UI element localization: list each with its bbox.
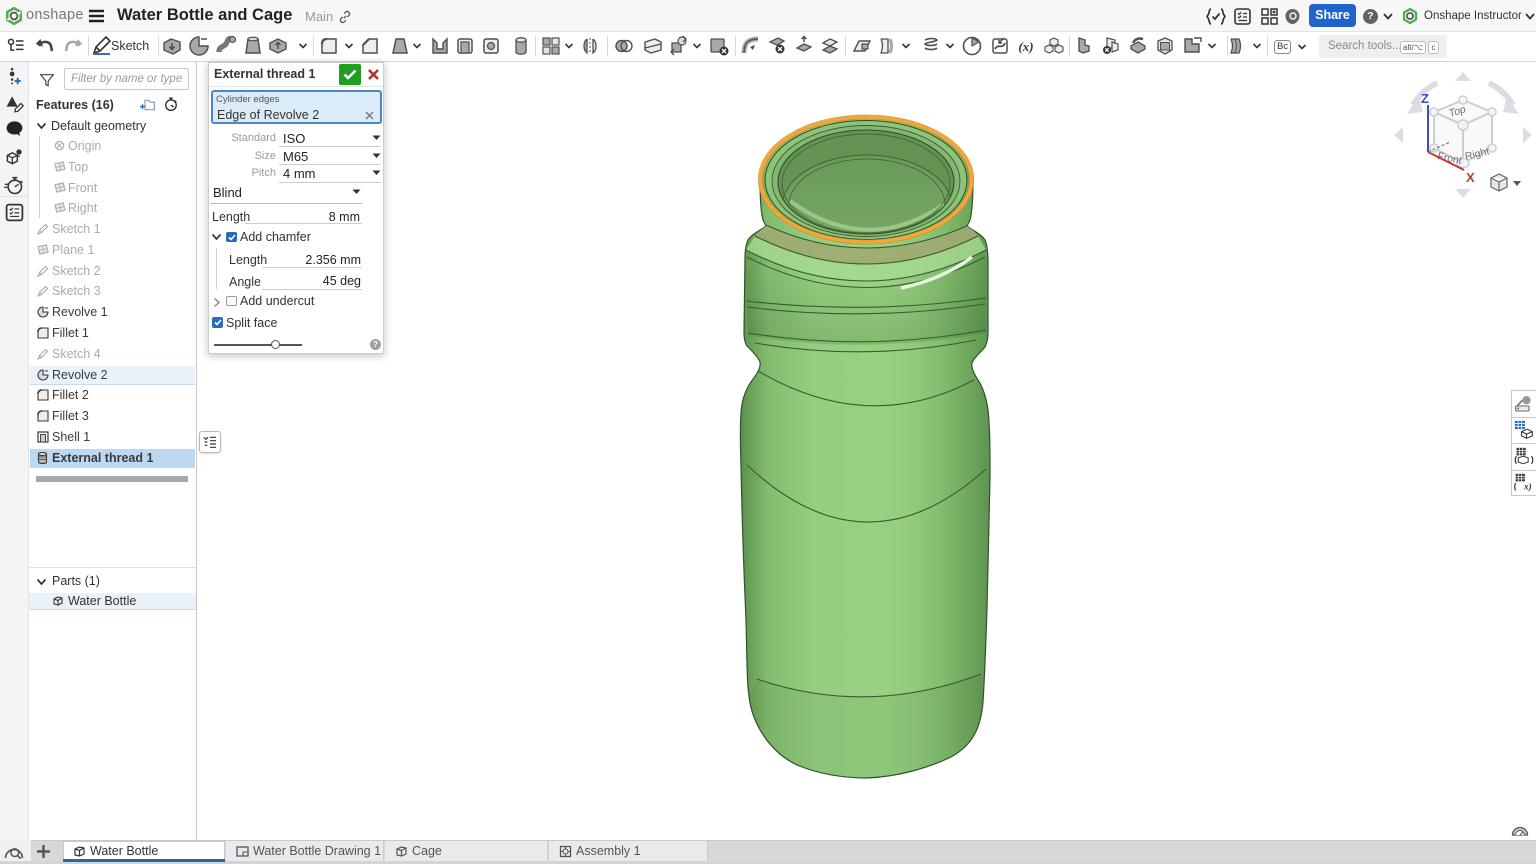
svg-text:(x): (x) [1018,39,1033,54]
svg-text:Z: Z [1421,91,1429,106]
svg-text:x): x) [1523,482,1532,492]
svg-text:X: X [1466,170,1475,185]
